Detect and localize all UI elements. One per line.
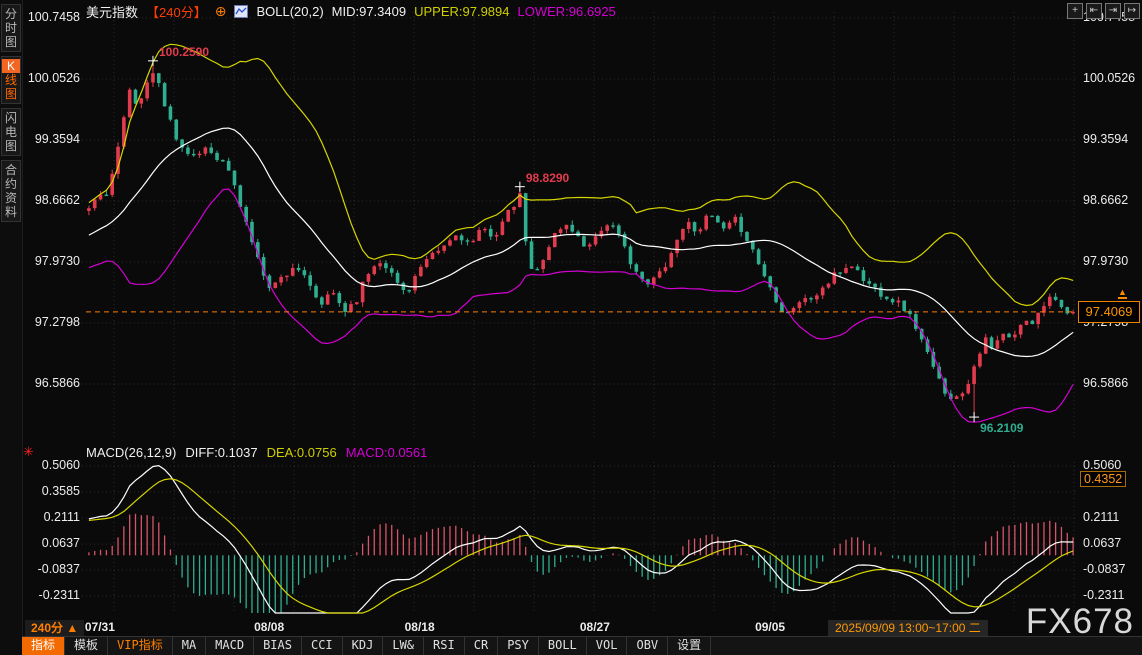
price-annotation-1: 98.8290 [526,171,569,185]
last-price-marker: 97.4069 [1078,301,1140,323]
timebar: 240分 ▲ 07/3108/0808/1808/2709/05 2025/09… [22,620,1142,637]
price-annotation-2: 96.2109 [980,421,1023,435]
toolbar-item-9[interactable]: RSI [424,637,465,655]
sidebar-item-0[interactable]: 分时图 [1,4,21,52]
macd-axis-left-tick-0: 0.5060 [22,458,80,472]
main-axis-left-tick-5: 97.2798 [22,315,80,329]
toolbar-item-14[interactable]: OBV [627,637,668,655]
toolbar-item-1[interactable]: 模板 [65,637,108,655]
trading-app: 分时图 K线图闪电图合约资料 美元指数 【240分】 ⊕ BOLL(20,2) M… [0,0,1142,655]
macd-axis-left-tick-5: -0.2311 [22,588,80,602]
boll-upper-value: UPPER:97.9894 [414,4,509,19]
interval-badge[interactable]: 【240分】 [146,2,207,21]
macd-axis-left-tick-4: -0.0837 [22,562,80,576]
date-tick-2: 08/18 [388,620,452,634]
main-axis-right-tick-6: 96.5866 [1083,376,1141,390]
boll-lower-value: LOWER:96.6925 [518,4,616,19]
sidebar-item-3[interactable]: 合约资料 [1,160,21,222]
macd-axis-right-tick-3: 0.0637 [1083,536,1141,550]
macd-formula: MACD(26,12,9) [86,445,176,460]
main-axis-right-tick-2: 99.3594 [1083,132,1141,146]
main-axis-right-tick-4: 97.9730 [1083,254,1141,268]
toolbar-item-2[interactable]: VIP指标 [108,637,173,655]
macd-header: MACD(26,12,9) DIFF:0.1037 DEA:0.0756 MAC… [86,445,427,460]
main-axis-left-tick-3: 98.6662 [22,193,80,207]
macd-axis-right-tick-4: -0.0837 [1083,562,1141,576]
toolbar-item-12[interactable]: BOLL [539,637,587,655]
toolbar-item-6[interactable]: CCI [302,637,343,655]
macd-macd-value: MACD:0.0561 [346,445,428,460]
crosshair-icon[interactable]: + [1067,3,1083,19]
boll-formula: BOLL(20,2) [256,4,323,19]
main-axis-right-tick-1: 100.0526 [1083,71,1141,85]
toolbar-item-4[interactable]: MACD [206,637,254,655]
main-axis-left-tick-4: 97.9730 [22,254,80,268]
chart-canvas[interactable] [0,0,1142,655]
macd-diff-value: DIFF:0.1037 [185,445,257,460]
toolbar-item-15[interactable]: 设置 [668,637,711,655]
macd-axis-right-tick-5: -0.2311 [1083,588,1141,602]
toolbar-item-13[interactable]: VOL [587,637,628,655]
chart-header: 美元指数 【240分】 ⊕ BOLL(20,2) MID:97.3409 UPP… [86,3,616,20]
sidebar-item-2[interactable]: 闪电图 [1,108,21,156]
pan-right-icon[interactable]: ↦ [1124,3,1140,19]
bottom-toolbar: 指标模板VIP指标MAMACDBIASCCIKDJLW&RSICRPSYBOLL… [22,636,1142,655]
toolbar-item-7[interactable]: KDJ [343,637,384,655]
main-axis-left-tick-6: 96.5866 [22,376,80,390]
session-label: 2025/09/09 13:00~17:00 二 [828,620,988,636]
sidebar-item-1[interactable]: K线图 [1,56,21,104]
macd-axis-left-tick-2: 0.2111 [22,510,80,524]
main-axis-left-tick-0: 100.7458 [22,10,80,24]
kline-chart-icon[interactable] [234,5,248,18]
toolbar-item-8[interactable]: LW& [383,637,424,655]
corner-toolbar: +⇤⇥↦ [1067,3,1140,19]
date-tick-3: 08/27 [563,620,627,634]
macd-axis-right-tick-2: 0.2111 [1083,510,1141,524]
date-tick-1: 08/08 [237,620,301,634]
axis-left-icon[interactable]: ⇤ [1086,3,1102,19]
date-tick-0: 07/31 [68,620,132,634]
macd-axis-right-tick-1: 0.4352 [1080,471,1126,487]
toolbar-item-0[interactable]: 指标 [22,637,65,655]
axis-right-icon[interactable]: ⇥ [1105,3,1121,19]
date-tick-4: 09/05 [738,620,802,634]
main-axis-left-tick-1: 100.0526 [22,71,80,85]
add-indicator-icon[interactable]: ⊕ [215,3,227,20]
toolbar-item-11[interactable]: PSY [498,637,539,655]
sidebar: 分时图 K线图闪电图合约资料 [0,0,23,655]
toolbar-item-5[interactable]: BIAS [254,637,302,655]
price-annotation-0: 100.2590 [159,45,209,59]
indicator-flower-icon[interactable]: ✳ [23,444,34,460]
boll-mid-value: MID:97.3409 [332,4,406,19]
last-price-value: 97.4069 [1086,304,1133,319]
toolbar-item-10[interactable]: CR [465,637,498,655]
main-axis-left-tick-2: 99.3594 [22,132,80,146]
toolbar-item-3[interactable]: MA [173,637,206,655]
symbol-title: 美元指数 [86,2,138,21]
macd-dea-value: DEA:0.0756 [267,445,337,460]
main-axis-right-tick-3: 98.6662 [1083,193,1141,207]
price-flag-icon[interactable]: ▲ [1118,288,1127,299]
macd-axis-left-tick-1: 0.3585 [22,484,80,498]
macd-axis-left-tick-3: 0.0637 [22,536,80,550]
